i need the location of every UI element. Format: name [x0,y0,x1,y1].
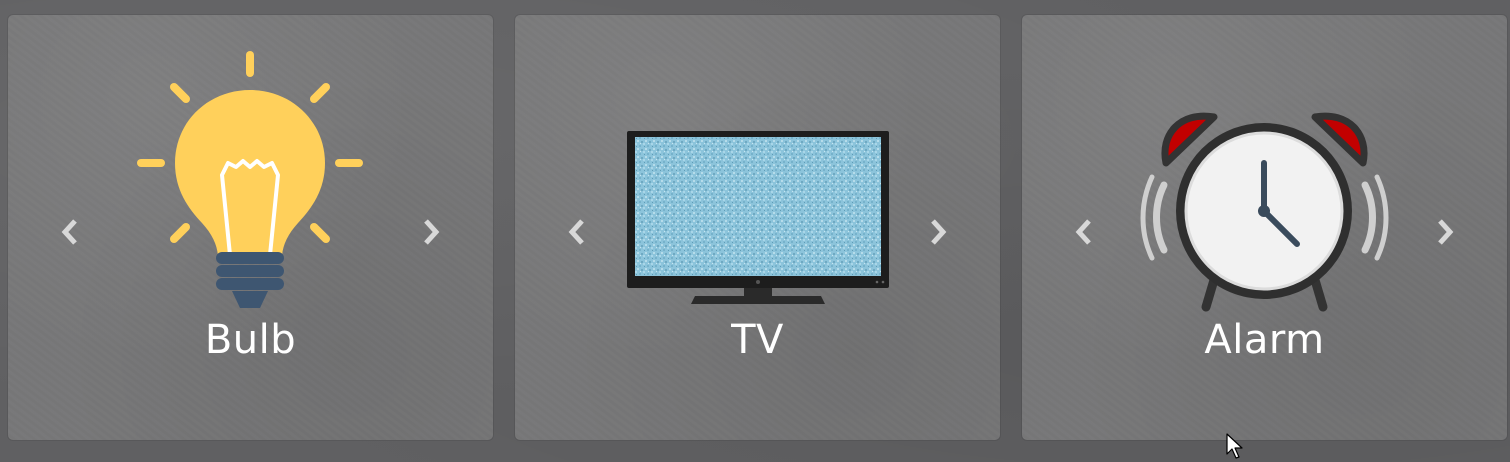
bulb-icon-container [8,15,493,315]
next-button[interactable] [918,210,958,254]
card-label: TV [731,317,784,363]
next-button[interactable] [1425,210,1465,254]
next-button[interactable] [411,210,451,254]
tv-icon-container [515,15,1000,315]
chevron-right-icon [931,219,947,245]
alarm-icon-container [1022,15,1507,315]
card-label: Alarm [1204,317,1325,363]
mouse-cursor-icon [1226,433,1243,459]
device-card-tv[interactable]: TV [515,15,1000,440]
device-card-bulb[interactable]: Bulb [8,15,493,440]
device-card-alarm[interactable]: Alarm [1022,15,1507,440]
alarm-clock-icon [1140,112,1389,312]
card-label: Bulb [204,317,297,363]
lightbulb-icon [137,51,363,308]
tv-icon [627,131,889,304]
chevron-right-icon [424,219,440,245]
chevron-right-icon [1438,219,1454,245]
